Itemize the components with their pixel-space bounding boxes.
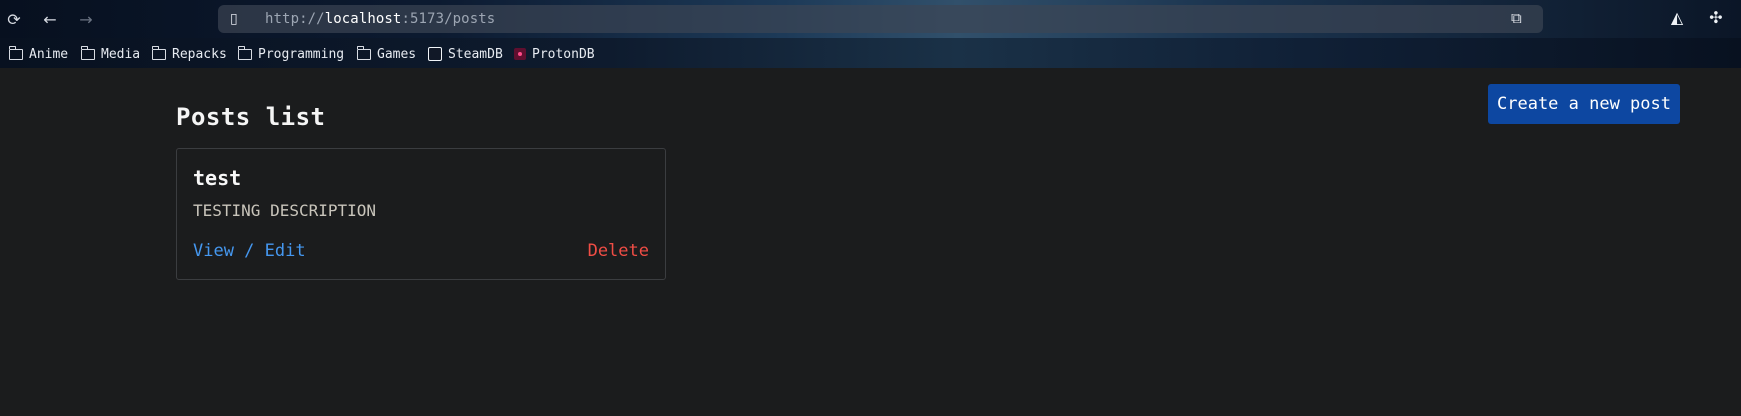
extensions-icon[interactable]: ✣ <box>1705 8 1727 30</box>
bookmark-steamdb[interactable]: SteamDB <box>428 45 503 63</box>
bookmark-anime[interactable]: Anime <box>8 45 69 63</box>
folder-icon <box>80 45 95 60</box>
page-title: Posts list <box>176 103 326 132</box>
folder-icon <box>151 45 166 60</box>
forward-arrow-icon: → <box>79 9 93 29</box>
bookmark-label: Programming <box>258 46 345 62</box>
url-text[interactable]: http://localhost:5173/posts <box>265 11 495 27</box>
page-icon: ▯ <box>230 11 238 27</box>
create-post-button[interactable]: Create a new post <box>1488 84 1680 124</box>
folder-icon <box>8 45 23 60</box>
browser-toolbar: ⟳ ← → ▯ http://localhost:5173/posts ⧉ ◭ … <box>0 0 1741 38</box>
back-arrow-icon: ← <box>43 9 57 29</box>
url-scheme: http:// <box>265 11 325 27</box>
url-path: :5173/posts <box>401 11 496 27</box>
protondb-icon <box>514 48 526 60</box>
steamdb-icon <box>428 47 442 61</box>
back-button[interactable]: ← <box>38 7 62 31</box>
bookmark-media[interactable]: Media <box>80 45 141 63</box>
reload-button[interactable]: ⟳ <box>2 7 26 31</box>
bookmark-label: Media <box>101 46 141 62</box>
url-host: localhost <box>324 11 402 27</box>
bookmark-label: Anime <box>29 46 69 62</box>
delete-link[interactable]: Delete <box>588 241 649 261</box>
reader-view-icon[interactable]: ⧉ <box>1511 9 1531 29</box>
bookmark-label: SteamDB <box>448 46 503 62</box>
bookmark-label: Repacks <box>172 46 227 62</box>
bookmark-label: ProtonDB <box>532 46 595 62</box>
folder-icon <box>356 45 371 60</box>
address-bar[interactable]: ▯ http://localhost:5173/posts ⧉ <box>218 5 1543 33</box>
posts-page: Posts list Create a new post test TESTIN… <box>0 68 1741 416</box>
post-title: test <box>193 166 242 190</box>
bookmark-repacks[interactable]: Repacks <box>151 45 227 63</box>
folder-icon <box>237 45 252 60</box>
post-description: TESTING DESCRIPTION <box>193 201 377 220</box>
forward-button[interactable]: → <box>74 7 98 31</box>
post-card: test TESTING DESCRIPTION View / Edit Del… <box>176 148 666 280</box>
view-edit-link[interactable]: View / Edit <box>193 241 306 261</box>
bookmark-label: Games <box>377 46 417 62</box>
reload-icon: ⟳ <box>7 9 21 29</box>
bookmark-protondb[interactable]: ProtonDB <box>514 45 595 63</box>
account-icon[interactable]: ◭ <box>1666 8 1688 30</box>
bookmark-games[interactable]: Games <box>356 45 417 63</box>
bookmark-programming[interactable]: Programming <box>237 45 345 63</box>
